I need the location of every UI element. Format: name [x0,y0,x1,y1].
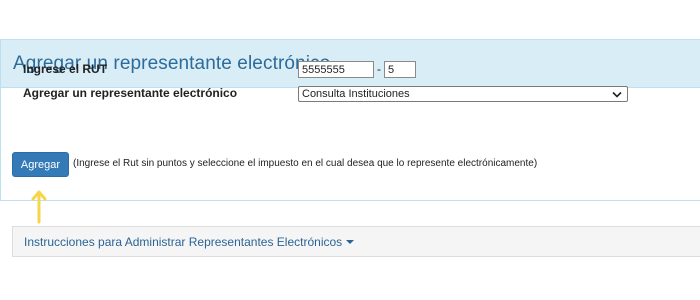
rut-label: Ingrese el RUT [23,62,108,76]
representative-label: Agregar un representante electrónico [23,86,238,100]
rut-input[interactable] [298,61,374,78]
rut-separator: - [377,62,381,76]
add-button[interactable]: Agregar [12,152,69,177]
page: Agregar un representante electrónico Ing… [0,0,700,300]
rut-dv-input[interactable] [384,61,416,78]
caret-down-icon [346,240,355,245]
representative-select[interactable]: Consulta Instituciones [298,86,628,102]
chevron-down-icon [610,87,624,101]
representative-select-value: Consulta Instituciones [302,88,410,100]
instructions-bar: Instrucciones para Administrar Represent… [12,226,700,257]
instructions-link[interactable]: Instrucciones para Administrar Represent… [24,234,355,249]
help-text: (Ingrese el Rut sin puntos y seleccione … [73,158,538,169]
instructions-link-label: Instrucciones para Administrar Represent… [24,234,343,249]
arrow-up-icon [31,190,47,224]
